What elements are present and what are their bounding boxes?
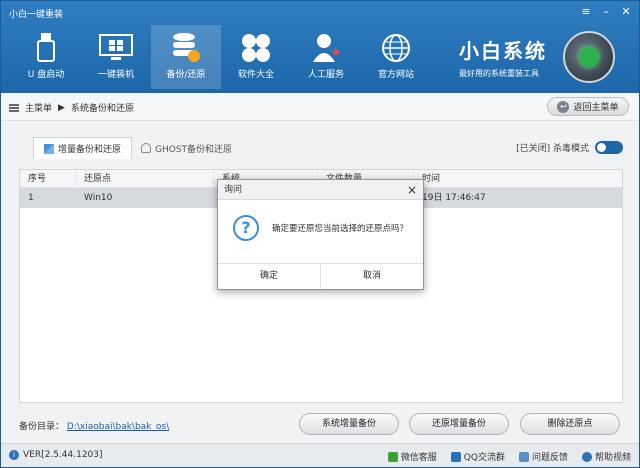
app-window: 小白一键重装 ≡ – ✕ U 盘启动 一键装机 备份/还原 软件大全 人工服务 …: [0, 0, 640, 467]
dialog-title: 询问: [224, 185, 243, 195]
dialog-title-bar: 询问 ×: [218, 180, 423, 200]
dialog-buttons: 确定 取消: [218, 263, 423, 289]
confirm-dialog: 询问 × ? 确定要还原您当前选择的还原点吗？ 确定 取消: [217, 179, 424, 290]
modal-overlay: 询问 × ? 确定要还原您当前选择的还原点吗？ 确定 取消: [1, 1, 640, 468]
dialog-message: 确定要还原您当前选择的还原点吗？: [272, 224, 409, 234]
question-icon: ?: [233, 215, 259, 241]
cancel-button[interactable]: 取消: [320, 264, 423, 289]
dialog-body: ? 确定要还原您当前选择的还原点吗？: [218, 200, 423, 263]
confirm-button[interactable]: 确定: [218, 264, 320, 289]
close-icon[interactable]: ×: [407, 180, 417, 200]
